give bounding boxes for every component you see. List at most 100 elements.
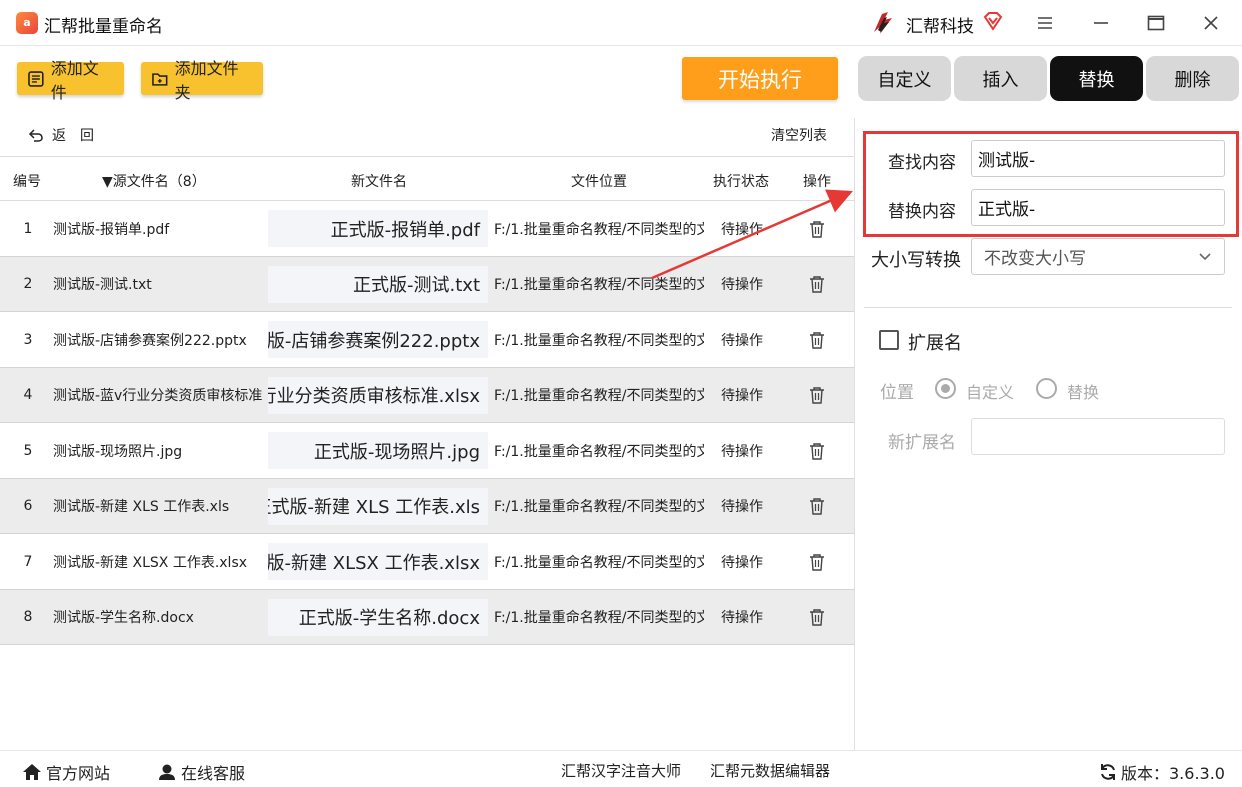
pinyin-tool-link[interactable]: 汇帮汉字注音大师 xyxy=(561,760,681,781)
row-new-name-field[interactable]: 正式版-现场照片.jpg xyxy=(268,432,488,469)
row-source-name: 测试版-蓝v行业分类资质审核标准.xlsx xyxy=(53,388,263,404)
table-row[interactable]: 7 测试版-新建 XLSX 工作表.xlsx 正式版-新建 XLSX 工作表.xls… xyxy=(0,534,854,590)
vip-diamond-icon[interactable] xyxy=(982,10,1004,32)
row-status: 待操作 xyxy=(721,554,763,571)
tab-delete[interactable]: 删除 xyxy=(1146,56,1239,101)
panel-separator xyxy=(864,307,1232,308)
row-new-name-field[interactable]: 正式版-新建 XLS 工作表.xls xyxy=(268,487,488,525)
table-row[interactable]: 4 测试版-蓝v行业分类资质审核标准.xlsx 正式版-蓝v行业分类资质审核标准.x… xyxy=(0,367,854,423)
row-new-name-field[interactable]: 正式版-学生名称.docx xyxy=(268,598,488,636)
home-icon xyxy=(23,764,41,780)
close-icon[interactable] xyxy=(1195,8,1227,38)
row-location: F:/1.批量重命名教程/不同类型的文件 xyxy=(494,499,704,515)
trash-icon[interactable] xyxy=(805,201,829,256)
row-num: 3 xyxy=(23,331,33,348)
extension-label: 扩展名 xyxy=(908,333,962,354)
metadata-editor-link[interactable]: 汇帮元数据编辑器 xyxy=(710,760,830,781)
file-icon xyxy=(28,70,44,87)
row-new-name-field[interactable]: 正式版-蓝v行业分类资质审核标准.xlsx xyxy=(268,376,488,414)
panel-divider xyxy=(854,118,855,750)
row-new-name-field[interactable]: 正式版-测试.txt xyxy=(268,265,488,303)
menu-icon[interactable] xyxy=(1029,8,1061,38)
row-new-name: 正式版-新建 XLSX 工作表.xlsx xyxy=(268,552,480,574)
brand-name: 汇帮科技 xyxy=(906,17,974,37)
add-file-button[interactable]: 添加文件 xyxy=(17,59,124,102)
header-source[interactable]: ▼源文件名（8） xyxy=(102,171,206,191)
title-bar: a 汇帮批量重命名 汇帮科技 xyxy=(0,0,1242,46)
start-button[interactable]: 开始执行 xyxy=(682,57,838,100)
row-status: 待操作 xyxy=(721,332,763,349)
trash-icon[interactable] xyxy=(805,479,829,534)
row-location: F:/1.批量重命名教程/不同类型的文件 xyxy=(494,277,704,293)
add-folder-label: 添加文件夹 xyxy=(174,58,239,102)
back-button[interactable]: 返 回 xyxy=(28,125,94,145)
row-new-name-field[interactable]: 正式版-报销单.pdf xyxy=(268,210,488,247)
header-op: 操作 xyxy=(803,174,831,190)
row-location: F:/1.批量重命名教程/不同类型的文件 xyxy=(494,554,704,571)
row-source-name: 测试版-报销单.pdf xyxy=(53,221,170,238)
row-new-name: 正式版-现场照片.jpg xyxy=(313,441,480,463)
brand-logo-icon xyxy=(874,12,892,34)
online-service-link[interactable]: 在线客服 xyxy=(157,760,245,784)
extension-checkbox[interactable] xyxy=(879,330,899,350)
back-label: 返 回 xyxy=(52,128,94,144)
table-row[interactable]: 5 测试版-现场照片.jpg 正式版-现场照片.jpg F:/1.批量重命名教程/不同… xyxy=(0,423,854,479)
trash-icon[interactable] xyxy=(805,312,829,367)
official-site-link[interactable]: 官方网站 xyxy=(22,760,110,784)
row-status: 待操作 xyxy=(721,277,763,293)
row-location: F:/1.批量重命名教程/不同类型的文件 xyxy=(494,221,704,238)
case-select[interactable]: 不改变大小写 xyxy=(971,238,1225,275)
official-site-label: 官方网站 xyxy=(46,764,111,783)
row-location: F:/1.批量重命名教程/不同类型的文件 xyxy=(494,388,704,404)
new-extension-input[interactable] xyxy=(971,418,1225,455)
position-radio-replace[interactable] xyxy=(1036,378,1057,399)
header-location: 文件位置 xyxy=(571,174,627,190)
app-title: 汇帮批量重命名 xyxy=(44,17,163,37)
row-source-name: 测试版-现场照片.jpg xyxy=(53,443,183,460)
tab-replace[interactable]: 替换 xyxy=(1050,56,1143,101)
highlight-box xyxy=(863,131,1239,237)
header-new: 新文件名 xyxy=(351,174,407,190)
row-source-name: 测试版-店铺参赛案例222.pptx xyxy=(53,332,247,349)
folder-add-icon xyxy=(152,72,168,86)
maximize-icon[interactable] xyxy=(1140,8,1172,38)
version-info[interactable]: 版本：3.6.3.0 xyxy=(1099,760,1225,784)
row-new-name-field[interactable]: 正式版-店铺参赛案例222.pptx xyxy=(268,321,488,358)
file-table: 编号 ▼源文件名（8） 新文件名 文件位置 执行状态 操作 1 测试版-报销单.p… xyxy=(0,156,854,645)
add-file-label: 添加文件 xyxy=(50,58,99,102)
table-body: 1 测试版-报销单.pdf 正式版-报销单.pdf F:/1.批量重命名教程/不同类型… xyxy=(0,201,854,645)
table-row[interactable]: 2 测试版-测试.txt 正式版-测试.txt F:/1.批量重命名教程/不同类型的文… xyxy=(0,256,854,312)
row-status: 待操作 xyxy=(721,388,763,404)
minimize-icon[interactable] xyxy=(1085,8,1117,38)
table-row[interactable]: 8 测试版-学生名称.docx 正式版-学生名称.docx F:/1.批量重命名教程/… xyxy=(0,589,854,645)
table-row[interactable]: 1 测试版-报销单.pdf 正式版-报销单.pdf F:/1.批量重命名教程/不同类型… xyxy=(0,201,854,257)
trash-icon[interactable] xyxy=(805,590,829,645)
new-extension-label: 新扩展名 xyxy=(888,433,956,453)
trash-icon[interactable] xyxy=(805,534,829,589)
table-row[interactable]: 3 测试版-店铺参赛案例222.pptx 正式版-店铺参赛案例222.pptx F:/… xyxy=(0,312,854,368)
row-num: 1 xyxy=(23,220,33,237)
row-num: 5 xyxy=(23,442,33,459)
table-header: 编号 ▼源文件名（8） 新文件名 文件位置 执行状态 操作 xyxy=(0,156,854,201)
trash-icon[interactable] xyxy=(805,257,829,312)
row-location: F:/1.批量重命名教程/不同类型的文件 xyxy=(494,332,704,349)
case-select-value: 不改变大小写 xyxy=(984,249,1086,269)
trash-icon[interactable] xyxy=(805,368,829,423)
trash-icon[interactable] xyxy=(805,423,829,478)
table-row[interactable]: 6 测试版-新建 XLS 工作表.xls 正式版-新建 XLS 工作表.xls F:/… xyxy=(0,478,854,534)
tab-insert[interactable]: 插入 xyxy=(954,56,1047,101)
position-replace-label: 替换 xyxy=(1067,383,1100,402)
row-source-name: 测试版-新建 XLS 工作表.xls xyxy=(53,499,230,515)
row-num: 6 xyxy=(23,498,33,514)
row-new-name: 正式版-蓝v行业分类资质审核标准.xlsx xyxy=(268,386,480,407)
version-label: 版本：3.6.3.0 xyxy=(1121,764,1225,783)
position-radio-custom[interactable] xyxy=(935,378,956,399)
tab-custom[interactable]: 自定义 xyxy=(858,56,951,101)
case-label: 大小写转换 xyxy=(871,250,961,271)
row-status: 待操作 xyxy=(721,221,763,238)
clear-list-button[interactable]: 清空列表 xyxy=(771,125,827,145)
status-bar: 官方网站 在线客服 汇帮汉字注音大师 汇帮元数据编辑器 版本：3.6.3.0 xyxy=(0,750,1242,787)
row-new-name-field[interactable]: 正式版-新建 XLSX 工作表.xlsx xyxy=(268,543,488,580)
row-new-name: 正式版-报销单.pdf xyxy=(330,219,480,241)
add-folder-button[interactable]: 添加文件夹 xyxy=(141,59,263,102)
